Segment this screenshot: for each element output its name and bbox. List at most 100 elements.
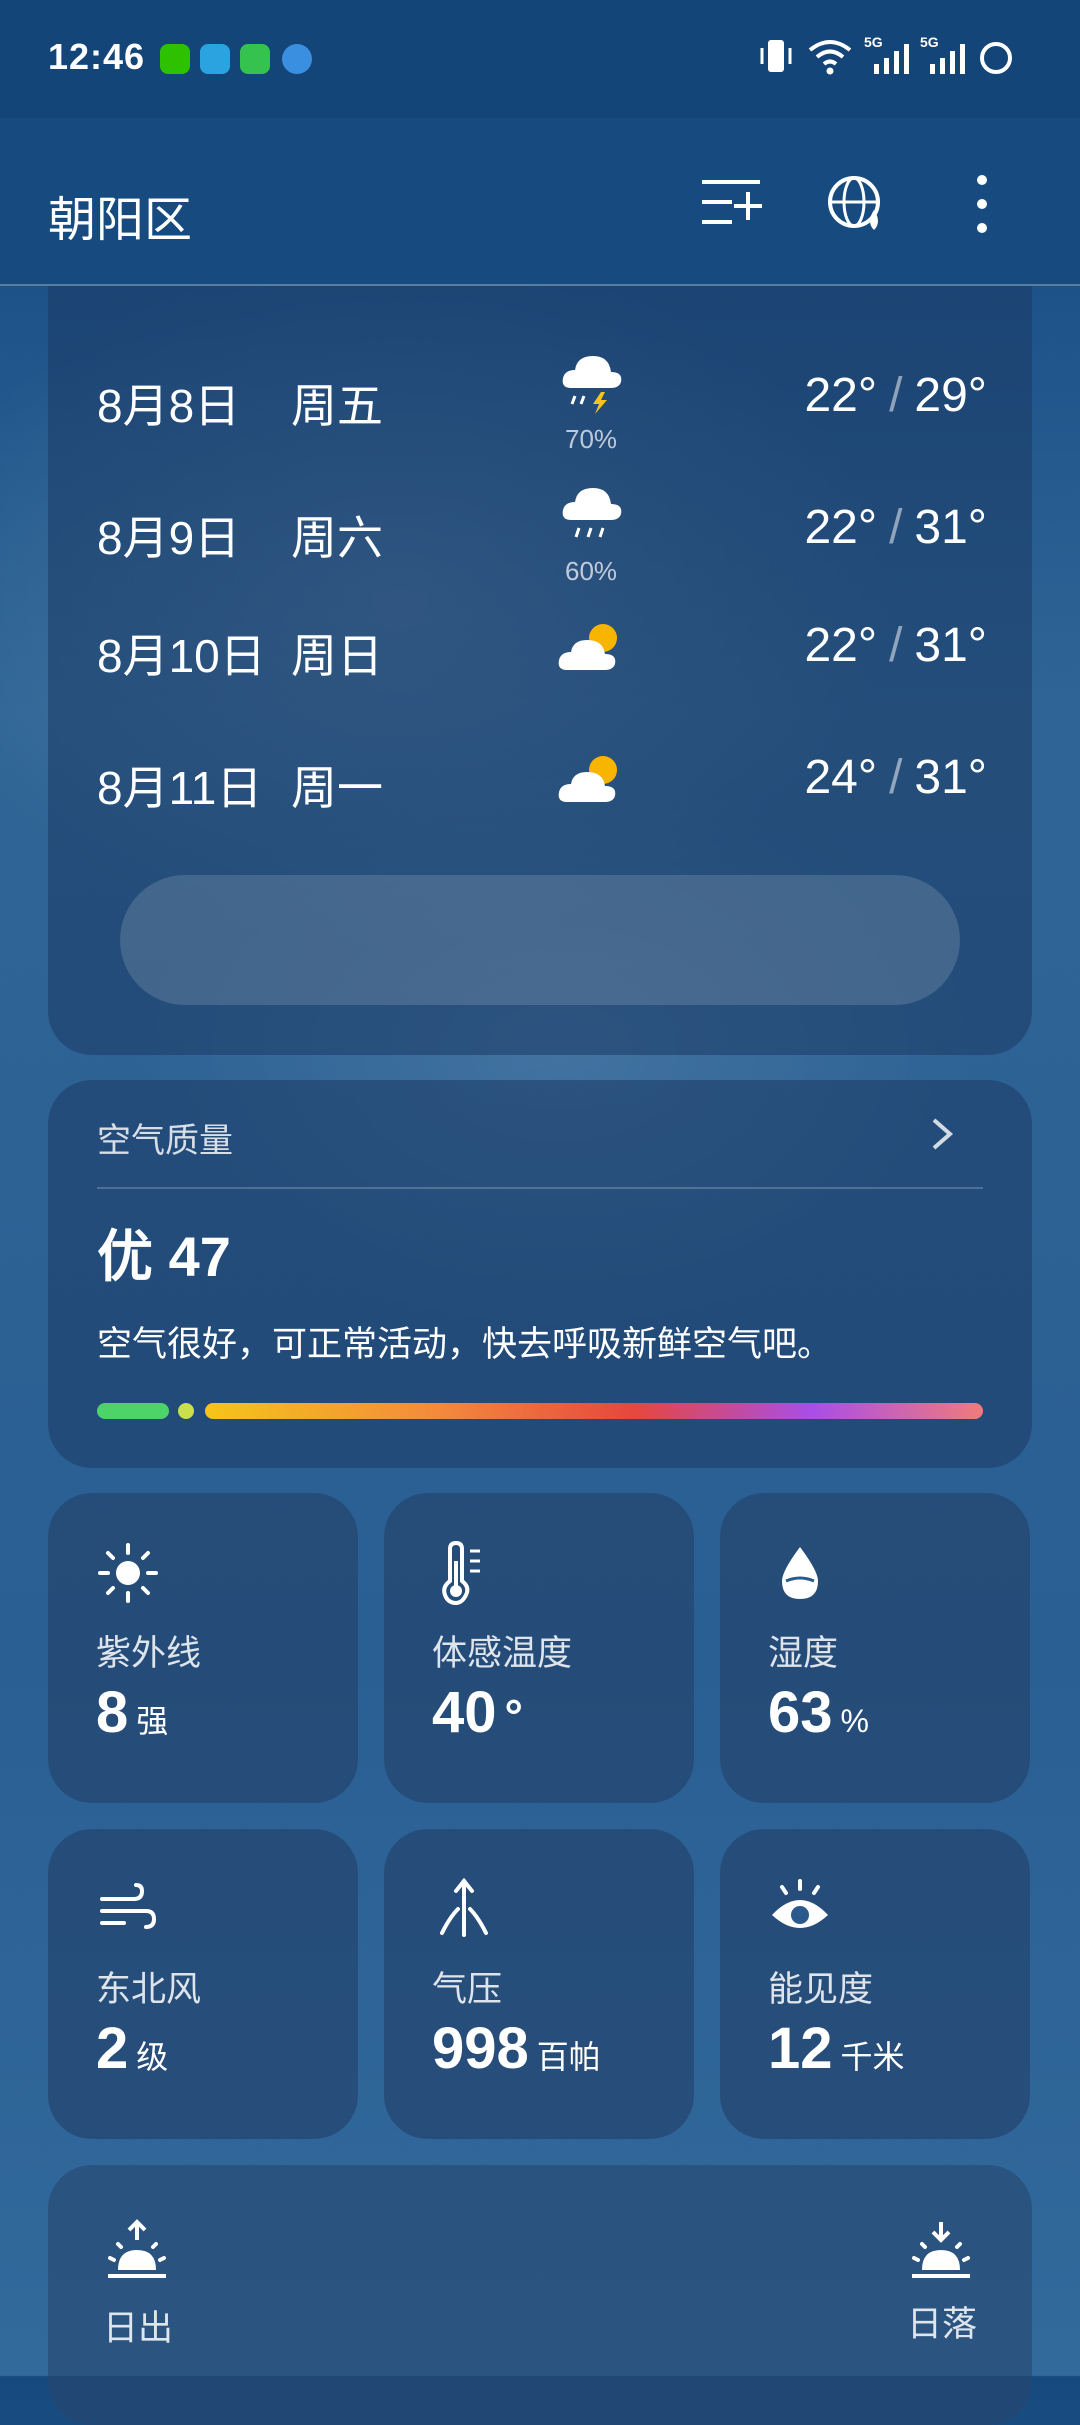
forecast-weekday: 周五 [291, 380, 383, 432]
humidity-unit: % [840, 1703, 869, 1739]
thunderstorm-icon [562, 356, 622, 414]
sunrise-icon [108, 2219, 166, 2278]
precip-chance: 60% [565, 556, 618, 586]
pressure-tile[interactable]: 气压 998 百帕 [384, 1829, 694, 2139]
feels-like-unit: ° [504, 1690, 523, 1742]
humidity-label: 湿度 [768, 1634, 839, 1673]
feels-like-number: 40 [432, 1680, 497, 1745]
forecast-date: 8月9日 [97, 512, 241, 564]
partly-cloudy-icon [558, 624, 617, 670]
app-icon [282, 44, 312, 74]
forecast-weekday: 周一 [291, 762, 383, 814]
feels-like-label: 体感温度 [432, 1634, 573, 1673]
sunrise-sunset-card [48, 2165, 1032, 2425]
temp-low: 24° [804, 751, 878, 804]
app-bar: 朝阳区 [0, 118, 1080, 286]
humidity-tile[interactable]: 湿度 63% [720, 1493, 1030, 1803]
signal-1: 5G [864, 34, 914, 78]
sun-icon [98, 1543, 158, 1603]
forecast-row[interactable]: 8月8日 周五 70% 22°/29° [97, 348, 987, 468]
temp-range: 24°/31° [804, 750, 987, 805]
telegram-icon [200, 44, 230, 74]
temp-low: 22° [804, 369, 878, 422]
divider [97, 1187, 983, 1189]
visibility-value: 12 千米 [768, 2015, 905, 2082]
uv-tile[interactable]: 紫外线 8强 [48, 1493, 358, 1803]
wifi-icon [808, 40, 852, 75]
temp-separator: / [889, 501, 903, 554]
partly-cloudy-icon [558, 756, 617, 802]
sunset-label: 日落 [907, 2305, 978, 2344]
visibility-tile[interactable]: 能见度 12 千米 [720, 1829, 1030, 2139]
globe-icon[interactable] [826, 174, 890, 238]
wind-label: 东北风 [96, 1970, 202, 2009]
forecast-date: 8月10日 [97, 630, 266, 682]
wechat-icon [160, 44, 190, 74]
humidity-drop-icon [782, 1547, 818, 1599]
forecast-date: 8月8日 [97, 380, 241, 432]
wind-tile[interactable]: 东北风 2级 [48, 1829, 358, 2139]
temp-range: 22°/31° [804, 618, 987, 673]
temp-low: 22° [804, 619, 878, 672]
wind-value: 2级 [96, 2015, 168, 2082]
more-icon[interactable] [972, 174, 992, 234]
temp-separator: / [889, 751, 903, 804]
status-bar: 12:46 5G 5G [0, 0, 1080, 118]
temp-range: 22°/29° [804, 368, 987, 423]
forecast-weekday: 周六 [291, 512, 383, 564]
pressure-unit: 百帕 [536, 2039, 601, 2075]
sunset-icon [912, 2222, 970, 2278]
visibility-unit: 千米 [840, 2039, 905, 2075]
feels-like-value: 40 ° [432, 1679, 523, 1746]
signal-bars-icon [930, 44, 965, 74]
message-icon [240, 44, 270, 74]
city-title[interactable]: 朝阳区 [48, 180, 192, 250]
add-city-icon[interactable] [700, 174, 766, 230]
temp-high: 31° [914, 501, 987, 554]
uv-unit: 强 [136, 1703, 169, 1739]
temp-high: 31° [914, 751, 987, 804]
forecast-date: 8月11日 [97, 762, 263, 814]
temp-low: 22° [804, 501, 878, 554]
temp-high: 29° [914, 369, 987, 422]
chevron-right-icon[interactable] [930, 1116, 954, 1152]
air-quality-title: 空气质量 [97, 1122, 233, 1160]
visibility-number: 12 [768, 2016, 833, 2081]
forecast-weekday: 周日 [291, 630, 383, 682]
pressure-value: 998 百帕 [432, 2015, 601, 2082]
temp-separator: / [889, 619, 903, 672]
signal-bars-icon [874, 44, 909, 74]
aqi-number: 47 [168, 1225, 231, 1288]
rain-icon [562, 488, 622, 538]
humidity-number: 63 [768, 1680, 833, 1745]
feels-like-tile[interactable]: 体感温度 40 ° [384, 1493, 694, 1803]
wind-unit: 级 [136, 2039, 169, 2075]
battery-ring-icon [980, 42, 1012, 74]
forecast-row[interactable]: 8月9日 周六 60% 22°/31° [97, 480, 987, 600]
uv-value: 8强 [96, 1679, 168, 1746]
precip-chance: 70% [565, 424, 618, 454]
visibility-eye-icon [772, 1879, 828, 1928]
temp-high: 31° [914, 619, 987, 672]
aqi-indicator [178, 1403, 194, 1419]
uv-number: 8 [96, 1680, 129, 1745]
thermometer-icon [442, 1541, 480, 1605]
forecast-row[interactable]: 8月11日 周一 24°/31° [97, 751, 987, 880]
uv-label: 紫外线 [96, 1634, 202, 1673]
forecast-row[interactable]: 8月10日 周日 22°/31° [97, 619, 987, 748]
aqi-value: 优 47 [97, 1212, 231, 1293]
aqi-level: 优 [97, 1225, 153, 1288]
pressure-icon [440, 1877, 488, 1937]
aqi-scale-bar [205, 1403, 983, 1419]
pressure-label: 气压 [432, 1970, 503, 2009]
aqi-scale-good [97, 1403, 169, 1419]
wind-icon [100, 1883, 157, 1929]
aqi-description: 空气很好，可正常活动，快去呼吸新鲜空气吧。 [97, 1325, 833, 1364]
sunrise-label: 日出 [103, 2309, 174, 2348]
humidity-value: 63% [768, 1679, 869, 1746]
status-time: 12:46 [48, 36, 146, 77]
forecast-more-button[interactable] [120, 875, 960, 1005]
pressure-number: 998 [432, 2016, 529, 2081]
signal-2: 5G [920, 34, 970, 78]
temp-separator: / [889, 369, 903, 422]
